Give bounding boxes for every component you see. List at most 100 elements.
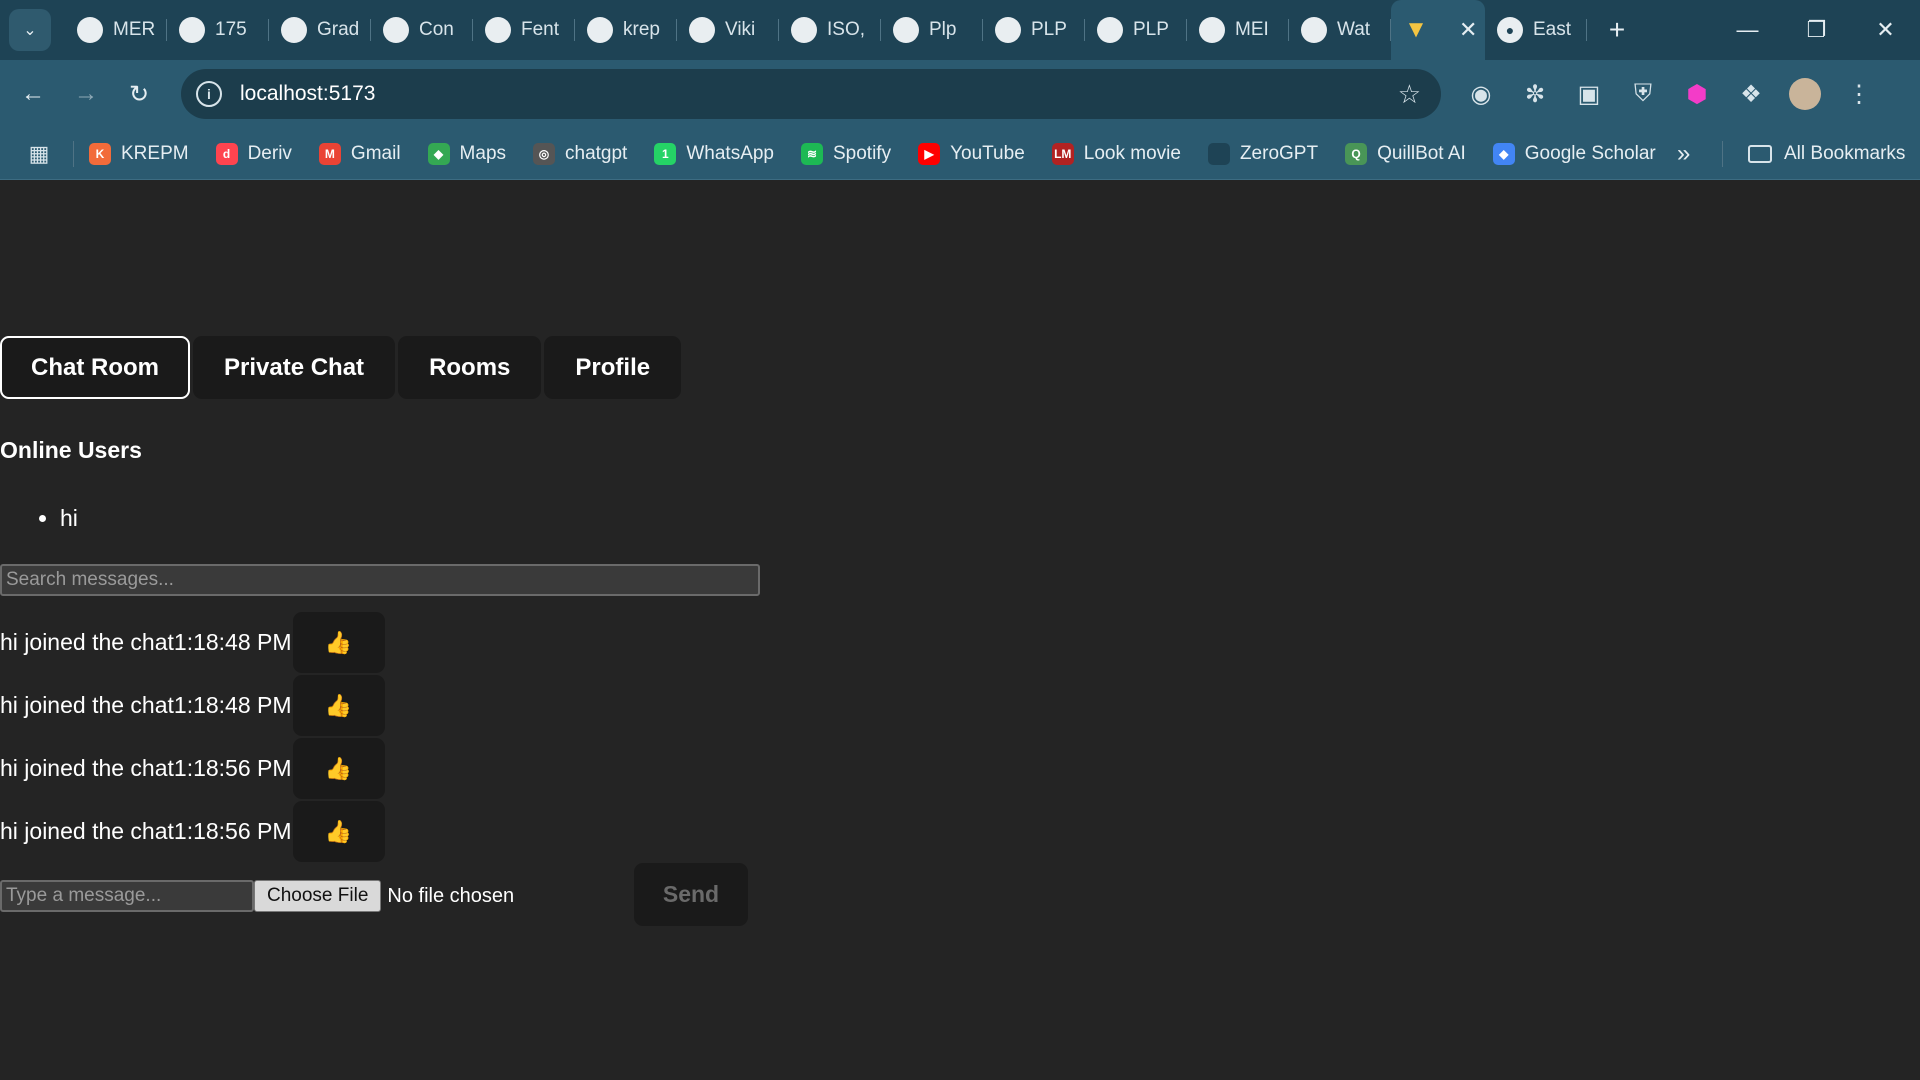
nav-tab-private-chat[interactable]: Private Chat [193,336,396,399]
restore-button[interactable]: ❐ [1782,0,1851,60]
nav-tab-rooms[interactable]: Rooms [398,336,542,399]
restore-icon: ❐ [1806,17,1827,42]
tab-label: Grad [317,19,360,40]
like-reaction-button[interactable]: 👍 [292,675,385,736]
extensions-area: ◉ ✼ ▣ ⛨ ⬢ ❖ ⋮ [1454,60,1886,128]
message-input[interactable] [0,880,254,912]
arrow-left-icon: ← [21,80,45,107]
tab-last[interactable]: ● East [1485,0,1587,60]
tab-label: East [1533,19,1572,40]
close-icon[interactable]: ✕ [1459,17,1477,43]
tab[interactable]: Fent [473,0,575,60]
bookmark-item[interactable]: LM Look movie [1051,142,1181,165]
minimize-button[interactable]: — [1713,0,1782,60]
close-window-button[interactable]: ✕ [1851,0,1920,60]
site-info-icon[interactable]: i [196,81,222,107]
bookmark-icon: K [89,142,111,165]
reload-button[interactable]: ↻ [119,74,159,114]
play-triangle-icon [1301,17,1327,43]
vite-icon: ▼ [1404,16,1428,43]
forward-button[interactable]: → [66,74,106,114]
tab[interactable]: krep [575,0,677,60]
new-tab-button[interactable]: + [1597,10,1637,50]
online-user: hi [60,505,78,532]
like-reaction-button[interactable]: 👍 [292,738,385,799]
tab-search-button[interactable]: ⌄ [9,9,51,51]
arrow-right-icon: → [74,80,98,107]
back-button[interactable]: ← [13,74,53,114]
choose-file-button[interactable]: Choose File [254,880,382,912]
apps-grid-icon[interactable]: ▦ [19,141,59,167]
bookmark-icon: LM [1051,142,1074,165]
like-reaction-button[interactable]: 👍 [292,612,385,673]
bookmark-icon: ▶ [918,142,941,165]
more-vertical-icon[interactable]: ⋮ [1832,80,1886,109]
bookmark-item[interactable]: M Gmail [318,142,401,165]
address-bar[interactable]: i localhost:5173 ☆ [181,69,1441,119]
tab-label: Fent [521,19,560,40]
search-input[interactable] [0,564,760,596]
bookmark-item[interactable]: ◎ chatgpt [533,142,628,165]
tab-active[interactable]: ▼ ✕ [1391,0,1485,60]
tab[interactable]: PLP [1085,0,1187,60]
puzzle-icon[interactable]: ❖ [1724,80,1778,109]
close-icon: ✕ [1876,17,1895,42]
more-bookmarks-button[interactable]: » [1677,128,1690,180]
bookmark-item[interactable]: ZeroGPT [1207,142,1319,165]
bookmark-item[interactable]: 1 WhatsApp [654,142,774,165]
tab[interactable]: Wat [1289,0,1391,60]
camera-icon[interactable]: ◉ [1454,80,1508,109]
address-url[interactable]: localhost:5173 [240,82,375,106]
bookmark-label: ZeroGPT [1239,142,1319,164]
message-row: hi joined the chat1:18:56 PM 👍 [0,737,385,800]
tab[interactable]: Viki [677,0,779,60]
tab[interactable]: PLP [983,0,1085,60]
send-button[interactable]: Send [634,863,748,926]
bookmark-item[interactable]: K KREPM [89,142,189,165]
app-nav: Chat Room Private Chat Rooms Profile [0,336,684,399]
cookie-icon[interactable]: ✼ [1508,80,1562,109]
message-text: hi joined the chat1:18:48 PM [0,629,292,655]
bookmark-list: K KREPM d Deriv M Gmail ◆ Maps ◎ chatgpt 1 WhatsApp… [89,142,1683,165]
nav-tab-profile[interactable]: Profile [544,336,682,399]
tab[interactable]: MER [65,0,167,60]
nav-tab-chat-room[interactable]: Chat Room [0,336,190,399]
divider [1722,141,1723,167]
bookmark-item[interactable]: ◆ Google Scholar [1492,142,1656,165]
star-icon[interactable]: ☆ [1398,79,1421,110]
bowl-icon [383,17,409,43]
bookmark-icon: ◆ [427,142,450,165]
tab[interactable]: Plp [881,0,983,60]
hexagon-icon[interactable]: ⬢ [1670,80,1724,109]
avatar[interactable] [1789,78,1821,110]
double-chevron-right-icon: » [1677,140,1691,167]
heart-icon [485,17,511,43]
bookmark-item[interactable]: d Deriv [215,142,292,165]
bookmark-label: YouTube [950,142,1025,164]
circle-check-icon [1199,17,1225,43]
tab-label: PLP [1031,19,1067,40]
bookmark-item[interactable]: Q QuillBot AI [1345,142,1466,165]
message-row: hi joined the chat1:18:48 PM 👍 [0,674,385,737]
tab[interactable]: Con [371,0,473,60]
bookmark-label: chatgpt [565,142,628,164]
document-icon [77,17,103,43]
all-bookmarks-button[interactable]: All Bookmarks [1748,128,1905,180]
bookmark-item[interactable]: ▶ YouTube [918,142,1025,165]
like-reaction-button[interactable]: 👍 [292,801,385,862]
tab[interactable]: 175 [167,0,269,60]
tab-label: PLP [1133,19,1169,40]
bookmark-item[interactable]: ≋ Spotify [801,142,892,165]
tab[interactable]: MEI [1187,0,1289,60]
image-icon[interactable]: ▣ [1562,80,1616,109]
shield-icon[interactable]: ⛨ [1616,80,1670,108]
bookmark-item[interactable]: ◆ Maps [427,142,506,165]
message-composer: Choose File No file chosen [0,880,514,912]
bookmark-label: Spotify [833,142,892,164]
tab[interactable]: ISO, [779,0,881,60]
tab[interactable]: Grad [269,0,371,60]
online-users-list: hi [36,505,78,532]
tab-list: MER 175 Grad Con Fent krep Viki ISO, Plp PLP PLP ME… [65,0,1391,60]
chat-app: Chat Room Private Chat Rooms Profile Online… [0,180,1920,1080]
bookmark-label: Google Scholar [1524,142,1656,164]
